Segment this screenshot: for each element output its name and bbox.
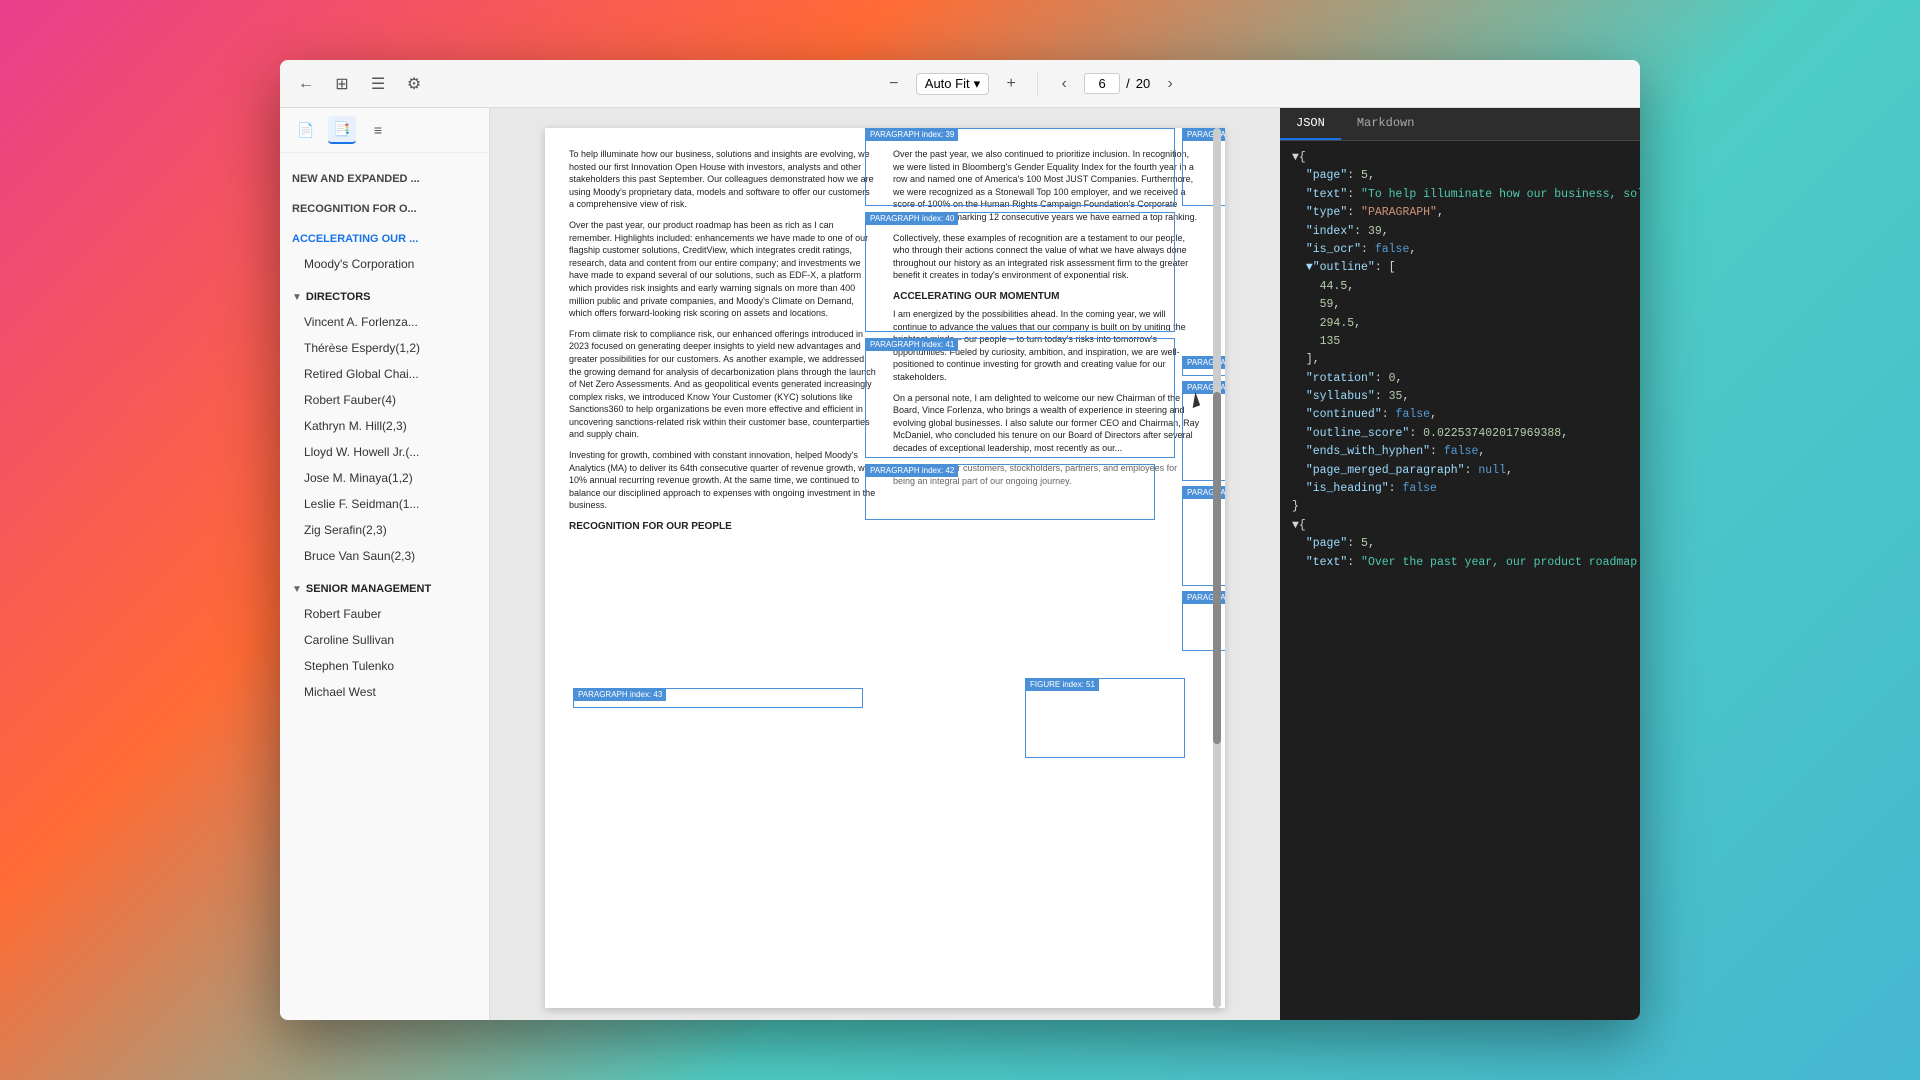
sidebar-doc-icon[interactable]: 📄 — [292, 116, 320, 144]
sidebar-item-tulenko[interactable]: Stephen Tulenko — [280, 653, 489, 679]
json-line-is-heading: "is_heading": false — [1292, 480, 1628, 498]
doc-para-9: Thank you to our customers, stockholders… — [893, 462, 1201, 487]
sidebar-item-moodys-corp[interactable]: Moody's Corporation — [280, 251, 489, 277]
doc-para-3: From climate risk to compliance risk, ou… — [569, 328, 877, 441]
right-panel: JSON Markdown ▼{ "page": 5, "text": "To … — [1280, 108, 1640, 1020]
sidebar-item-serafin[interactable]: Zig Serafin(2,3) — [280, 517, 489, 543]
doc-para-4: Investing for growth, combined with cons… — [569, 449, 877, 512]
page-separator: / — [1126, 76, 1130, 91]
sidebar-item-howell[interactable]: Lloyd W. Howell Jr.(... — [280, 439, 489, 465]
right-panel-content: ▼{ "page": 5, "text": "To help illuminat… — [1280, 141, 1640, 1020]
sidebar-item-retired-chair[interactable]: Retired Global Chai... — [280, 361, 489, 387]
sidebar-item-accelerating[interactable]: ACCELERATING OUR ... — [280, 227, 489, 251]
json-line-text-key: "text": "To help illuminate how our busi… — [1292, 186, 1628, 204]
json-line-is-ocr: "is_ocr": false, — [1292, 241, 1628, 259]
main-area: 📄 📑 ≡ NEW AND EXPANDED ... RECOGNITION F… — [280, 108, 1640, 1020]
annotation-figure-51: FIGURE index: 51 — [1025, 678, 1185, 758]
doc-heading-recognition: RECOGNITION FOR OUR PEOPLE — [569, 520, 877, 534]
sidebar-item-forlenza[interactable]: Vincent A. Forlenza... — [280, 309, 489, 335]
sidebar-item-esperdy[interactable]: Thérèse Esperdy(1,2) — [280, 335, 489, 361]
sidebar-outline-icon[interactable]: 📑 — [328, 116, 356, 144]
sidebar-item-recognition[interactable]: RECOGNITION FOR O... — [280, 197, 489, 221]
doc-para-7: I am energized by the possibilities ahea… — [893, 308, 1201, 384]
json-line-type: "type": "PARAGRAPH", — [1292, 204, 1628, 222]
sidebar-item-vansaun[interactable]: Bruce Van Saun(2,3) — [280, 543, 489, 569]
sidebar: 📄 📑 ≡ NEW AND EXPANDED ... RECOGNITION F… — [280, 108, 490, 1020]
zoom-chevron-icon: ▾ — [974, 76, 981, 92]
tab-markdown[interactable]: Markdown — [1341, 108, 1431, 140]
json-line-continued: "continued": false, — [1292, 406, 1628, 424]
page-number-input[interactable]: 6 — [1084, 73, 1120, 94]
doc-scrollbar[interactable] — [1213, 128, 1221, 1008]
doc-para-5: Over the past year, we also continued to… — [893, 148, 1201, 224]
json-line-page: "page": 5, — [1292, 167, 1628, 185]
json-line-brace-open: ▼{ — [1292, 149, 1628, 167]
sidebar-item-minaya[interactable]: Jose M. Minaya(1,2) — [280, 465, 489, 491]
json-line-outline-score: "outline_score": 0.0225374020179693​88, — [1292, 425, 1628, 443]
sidebar-list-icon[interactable]: ≡ — [364, 116, 392, 144]
sidebar-icons: 📄 📑 ≡ — [280, 108, 489, 153]
json-line-text-2: "text": "Over the past year, our product… — [1292, 554, 1628, 572]
json-line-index: "index": 39, — [1292, 223, 1628, 241]
doc-heading-accelerating: ACCELERATING OUR MOMENTUM — [893, 290, 1201, 304]
json-line-outline-open: ▼"outline": [ — [1292, 259, 1628, 277]
doc-para-6: Collectively, these examples of recognit… — [893, 232, 1201, 282]
json-line-ends-hyphen: "ends_with_hyphen": false, — [1292, 443, 1628, 461]
back-button[interactable]: ← — [292, 70, 320, 98]
sidebar-item-new-expanded[interactable]: NEW AND EXPANDED ... — [280, 167, 489, 191]
sidebar-item-senior-mgmt[interactable]: ▼ SENIOR MANAGEMENT — [280, 577, 489, 601]
toolbar: ← ⊞ ☰ ⚙ − Auto Fit ▾ + ‹ 6 / 20 › — [280, 60, 1640, 108]
json-line-page-2: "page": 5, — [1292, 535, 1628, 553]
doc-scrollbar-thumb — [1213, 392, 1221, 744]
toolbar-separator — [1037, 72, 1038, 96]
doc-page: To help illuminate how our business, sol… — [545, 128, 1225, 1008]
doc-para-8: On a personal note, I am delighted to we… — [893, 392, 1201, 455]
page-control: ‹ 6 / 20 › — [1050, 70, 1184, 98]
json-line-outline-1: 44.5, — [1292, 278, 1628, 296]
json-line-brace-close: } — [1292, 498, 1628, 516]
list-button[interactable]: ☰ — [364, 70, 392, 98]
settings-button[interactable]: ⚙ — [400, 70, 428, 98]
zoom-in-button[interactable]: + — [997, 70, 1025, 98]
zoom-control[interactable]: Auto Fit ▾ — [916, 73, 989, 95]
sidebar-item-hill[interactable]: Kathryn M. Hill(2,3) — [280, 413, 489, 439]
json-line-outline-3: 294.5, — [1292, 315, 1628, 333]
zoom-mode-label: Auto Fit — [925, 76, 970, 91]
json-line-outline-4: 135 — [1292, 333, 1628, 351]
json-line-brace-open-2: ▼{ — [1292, 517, 1628, 535]
sidebar-item-fauber-mgmt[interactable]: Robert Fauber — [280, 601, 489, 627]
sidebar-item-sullivan[interactable]: Caroline Sullivan — [280, 627, 489, 653]
grid-button[interactable]: ⊞ — [328, 70, 356, 98]
sidebar-item-seidman[interactable]: Leslie F. Seidman(1... — [280, 491, 489, 517]
sidebar-item-west[interactable]: Michael West — [280, 679, 489, 705]
doc-col-right: Over the past year, we also continued to… — [893, 148, 1201, 534]
app-window: ← ⊞ ☰ ⚙ − Auto Fit ▾ + ‹ 6 / 20 › 📄 — [280, 60, 1640, 1020]
toolbar-center: − Auto Fit ▾ + ‹ 6 / 20 › — [436, 70, 1628, 98]
sidebar-item-directors[interactable]: ▼ DIRECTORS — [280, 285, 489, 309]
page-total: 20 — [1136, 76, 1150, 91]
right-panel-tabs: JSON Markdown — [1280, 108, 1640, 141]
doc-para-1: To help illuminate how our business, sol… — [569, 148, 877, 211]
page-prev-button[interactable]: ‹ — [1050, 70, 1078, 98]
json-line-outline-2: 59, — [1292, 296, 1628, 314]
json-line-outline-close: ], — [1292, 351, 1628, 369]
json-line-page-merged: "page_merged_paragraph": null, — [1292, 462, 1628, 480]
annotation-para-43: PARAGRAPH index: 43 — [573, 688, 863, 708]
zoom-out-button[interactable]: − — [880, 70, 908, 98]
json-line-rotation: "rotation": 0, — [1292, 370, 1628, 388]
tab-json[interactable]: JSON — [1280, 108, 1341, 140]
doc-two-col: To help illuminate how our business, sol… — [569, 148, 1201, 534]
json-line-syllabus: "syllabus": 35, — [1292, 388, 1628, 406]
doc-para-2: Over the past year, our product roadmap … — [569, 219, 877, 320]
doc-viewer: To help illuminate how our business, sol… — [490, 108, 1280, 1020]
sidebar-nav: NEW AND EXPANDED ... RECOGNITION FOR O..… — [280, 153, 489, 1020]
directors-chevron-icon: ▼ — [292, 292, 302, 303]
senior-mgmt-chevron-icon: ▼ — [292, 584, 302, 595]
page-next-button[interactable]: › — [1156, 70, 1184, 98]
doc-col-left: To help illuminate how our business, sol… — [569, 148, 877, 534]
sidebar-item-fauber-dir[interactable]: Robert Fauber(4) — [280, 387, 489, 413]
